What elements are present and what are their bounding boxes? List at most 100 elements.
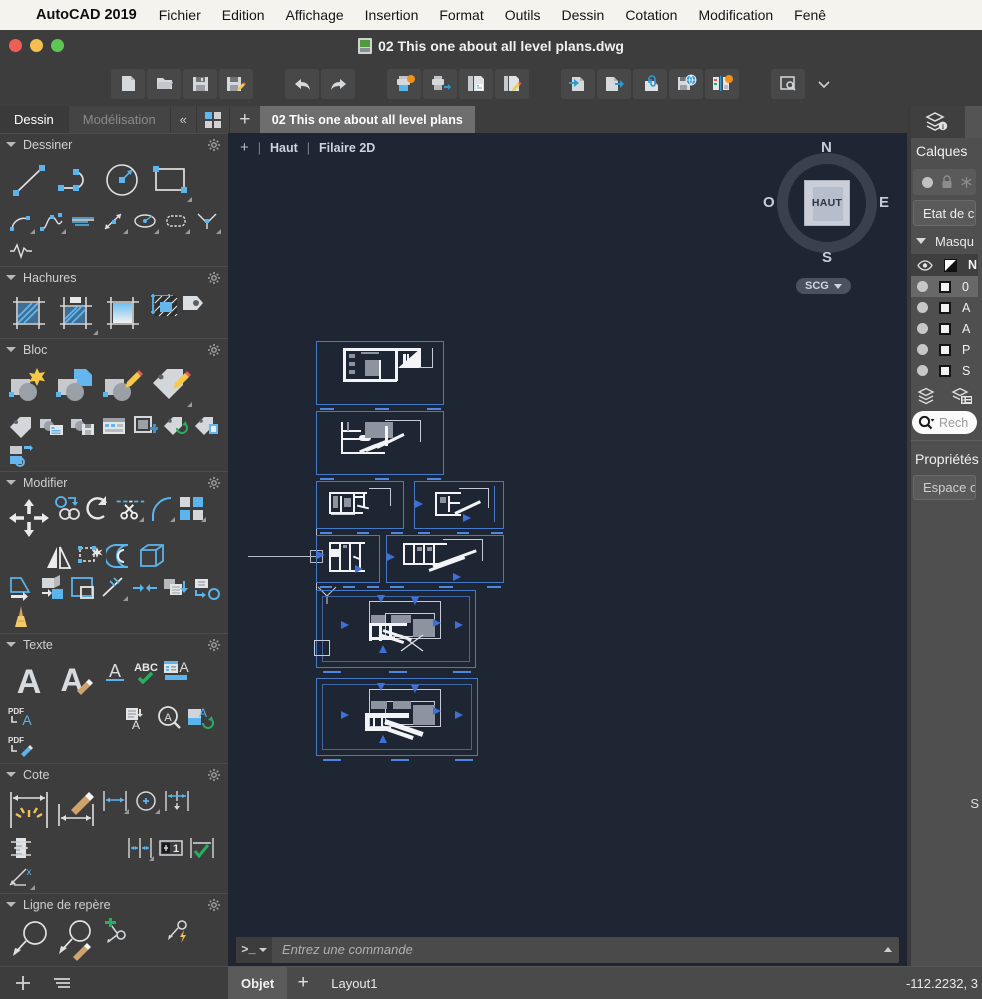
- ray-icon[interactable]: [99, 207, 129, 235]
- copy-objects-icon[interactable]: [53, 495, 83, 523]
- dimension-style-brush-icon[interactable]: [53, 787, 99, 833]
- layer-color-swatch[interactable]: [939, 343, 951, 356]
- section-header-hachures[interactable]: Hachures: [0, 266, 228, 288]
- drawing-sheet-8[interactable]: [316, 678, 478, 761]
- revision-cloud-icon[interactable]: [161, 207, 191, 235]
- circle-radius-icon[interactable]: [100, 157, 146, 203]
- layer-visibility-toggle[interactable]: [917, 344, 928, 355]
- view-cube-south[interactable]: S: [822, 249, 832, 266]
- ucs-selector[interactable]: SCG: [796, 278, 851, 294]
- page-setup-button[interactable]: [459, 68, 493, 99]
- layer-row-4[interactable]: S: [911, 360, 978, 381]
- broom-erase-icon[interactable]: [6, 603, 36, 631]
- continue-dimension-icon[interactable]: [125, 834, 155, 862]
- gear-icon[interactable]: [208, 343, 220, 356]
- menu-item-fichier[interactable]: Fichier: [159, 7, 201, 23]
- block-save-icon[interactable]: [68, 412, 98, 440]
- gear-icon[interactable]: [208, 638, 220, 651]
- new-drawing-tab-button[interactable]: +: [230, 106, 260, 133]
- tag-icon[interactable]: [6, 412, 36, 440]
- join-icon[interactable]: [130, 574, 160, 602]
- attribute-tag-pencil-icon[interactable]: [147, 362, 193, 408]
- layer-search-box[interactable]: Rech: [912, 411, 977, 434]
- close-window-button[interactable]: [9, 39, 22, 52]
- plot-style-button[interactable]: [495, 68, 529, 99]
- list-options-icon[interactable]: [52, 975, 72, 991]
- section-header-modifier[interactable]: Modifier: [0, 471, 228, 493]
- block-attr-manager-icon[interactable]: [37, 412, 67, 440]
- view-cube[interactable]: N S E O HAUT SCG: [763, 139, 891, 294]
- layer-visibility-toggle[interactable]: [917, 323, 928, 334]
- find-text-icon[interactable]: A: [154, 704, 184, 732]
- rotate-icon[interactable]: [84, 495, 114, 523]
- leader-quick-icon[interactable]: [162, 917, 192, 945]
- ellipse-icon[interactable]: [130, 207, 160, 235]
- block-add-icon[interactable]: [130, 412, 160, 440]
- window-layout-icon[interactable]: [197, 106, 230, 133]
- extend-icon[interactable]: [68, 574, 98, 602]
- layer-name-column-header[interactable]: N: [968, 258, 977, 272]
- text-refresh-icon[interactable]: A: [185, 704, 215, 732]
- section-header-bloc[interactable]: Bloc: [0, 338, 228, 360]
- move-arrows-icon[interactable]: [6, 495, 52, 541]
- trim-scissors-icon[interactable]: [115, 495, 145, 523]
- layer-row-1[interactable]: A: [911, 297, 978, 318]
- menu-item-modification[interactable]: Modification: [698, 7, 773, 23]
- dimension-smart-icon[interactable]: [6, 787, 52, 833]
- undo-button[interactable]: [285, 68, 319, 99]
- new-layout-button[interactable]: +: [287, 967, 319, 999]
- construction-line-icon[interactable]: [68, 207, 98, 235]
- arc-icon[interactable]: [6, 207, 36, 235]
- layer-state-button[interactable]: [705, 68, 739, 99]
- view-cube-top-face[interactable]: HAUT: [804, 180, 850, 226]
- cursor-coordinates[interactable]: -112.2232, 3: [906, 976, 982, 991]
- gear-icon[interactable]: [208, 138, 220, 151]
- gradient-fill-icon[interactable]: [100, 290, 146, 336]
- color-swatch-icon[interactable]: [944, 258, 957, 272]
- freeze-icon[interactable]: [960, 176, 973, 189]
- dimension-check-icon[interactable]: [187, 834, 217, 862]
- dimension-ruler-icon[interactable]: [6, 834, 36, 862]
- drawing-sheet-4[interactable]: [414, 481, 504, 534]
- tab-modelisation[interactable]: Modélisation: [69, 106, 171, 133]
- hatch-origin-icon[interactable]: [151, 292, 181, 320]
- extrude-cube-icon[interactable]: [137, 542, 167, 570]
- layout-tab-layout1[interactable]: Layout1: [319, 967, 389, 999]
- section-header-texte[interactable]: Texte: [0, 633, 228, 655]
- scale-icon[interactable]: [6, 574, 36, 602]
- layer-visibility-toggle[interactable]: [917, 302, 928, 313]
- search-icon[interactable]: [918, 415, 935, 430]
- layer-state-dropdown[interactable]: Etat de c: [913, 200, 976, 226]
- sketch-wave-icon[interactable]: [6, 236, 36, 264]
- esave-web-button[interactable]: [669, 68, 703, 99]
- save-button[interactable]: [183, 68, 217, 99]
- menu-item-fenetre[interactable]: Fenê: [794, 7, 826, 23]
- layer-visibility-toggle[interactable]: [917, 281, 928, 292]
- spline-fit-icon[interactable]: [37, 207, 67, 235]
- hatch-pattern-icon[interactable]: [6, 290, 52, 336]
- single-line-text-icon[interactable]: A: [100, 657, 130, 685]
- layers-info-icon[interactable]: i: [907, 106, 965, 138]
- layers-all-icon[interactable]: [917, 387, 937, 405]
- attribute-sync-icon[interactable]: [161, 412, 191, 440]
- redo-button[interactable]: [321, 68, 355, 99]
- drawing-sheet-7[interactable]: [314, 590, 476, 673]
- drawing-sheet-1[interactable]: [316, 341, 444, 410]
- layer-state-dot-icon[interactable]: [921, 176, 934, 189]
- command-history-button[interactable]: [877, 947, 899, 952]
- attribute-display-icon[interactable]: [192, 412, 222, 440]
- section-header-ligne-de-repere[interactable]: Ligne de repère: [0, 893, 228, 915]
- drawing-sheet-5[interactable]: [316, 535, 380, 588]
- line-tool[interactable]: [6, 157, 52, 203]
- gear-icon[interactable]: [208, 768, 220, 781]
- gear-icon[interactable]: [208, 898, 220, 911]
- dimension-oblique-icon[interactable]: x: [6, 863, 36, 891]
- mirror-icon[interactable]: [44, 542, 74, 570]
- leader-style-brush-icon[interactable]: [53, 917, 99, 963]
- multiline-icon[interactable]: [192, 207, 222, 235]
- hatch-edit-icon[interactable]: [53, 290, 99, 336]
- offset-icon[interactable]: [106, 542, 136, 570]
- block-edit-pencil-icon[interactable]: [100, 362, 146, 408]
- layer-color-swatch[interactable]: [939, 301, 951, 314]
- maximize-window-button[interactable]: [51, 39, 64, 52]
